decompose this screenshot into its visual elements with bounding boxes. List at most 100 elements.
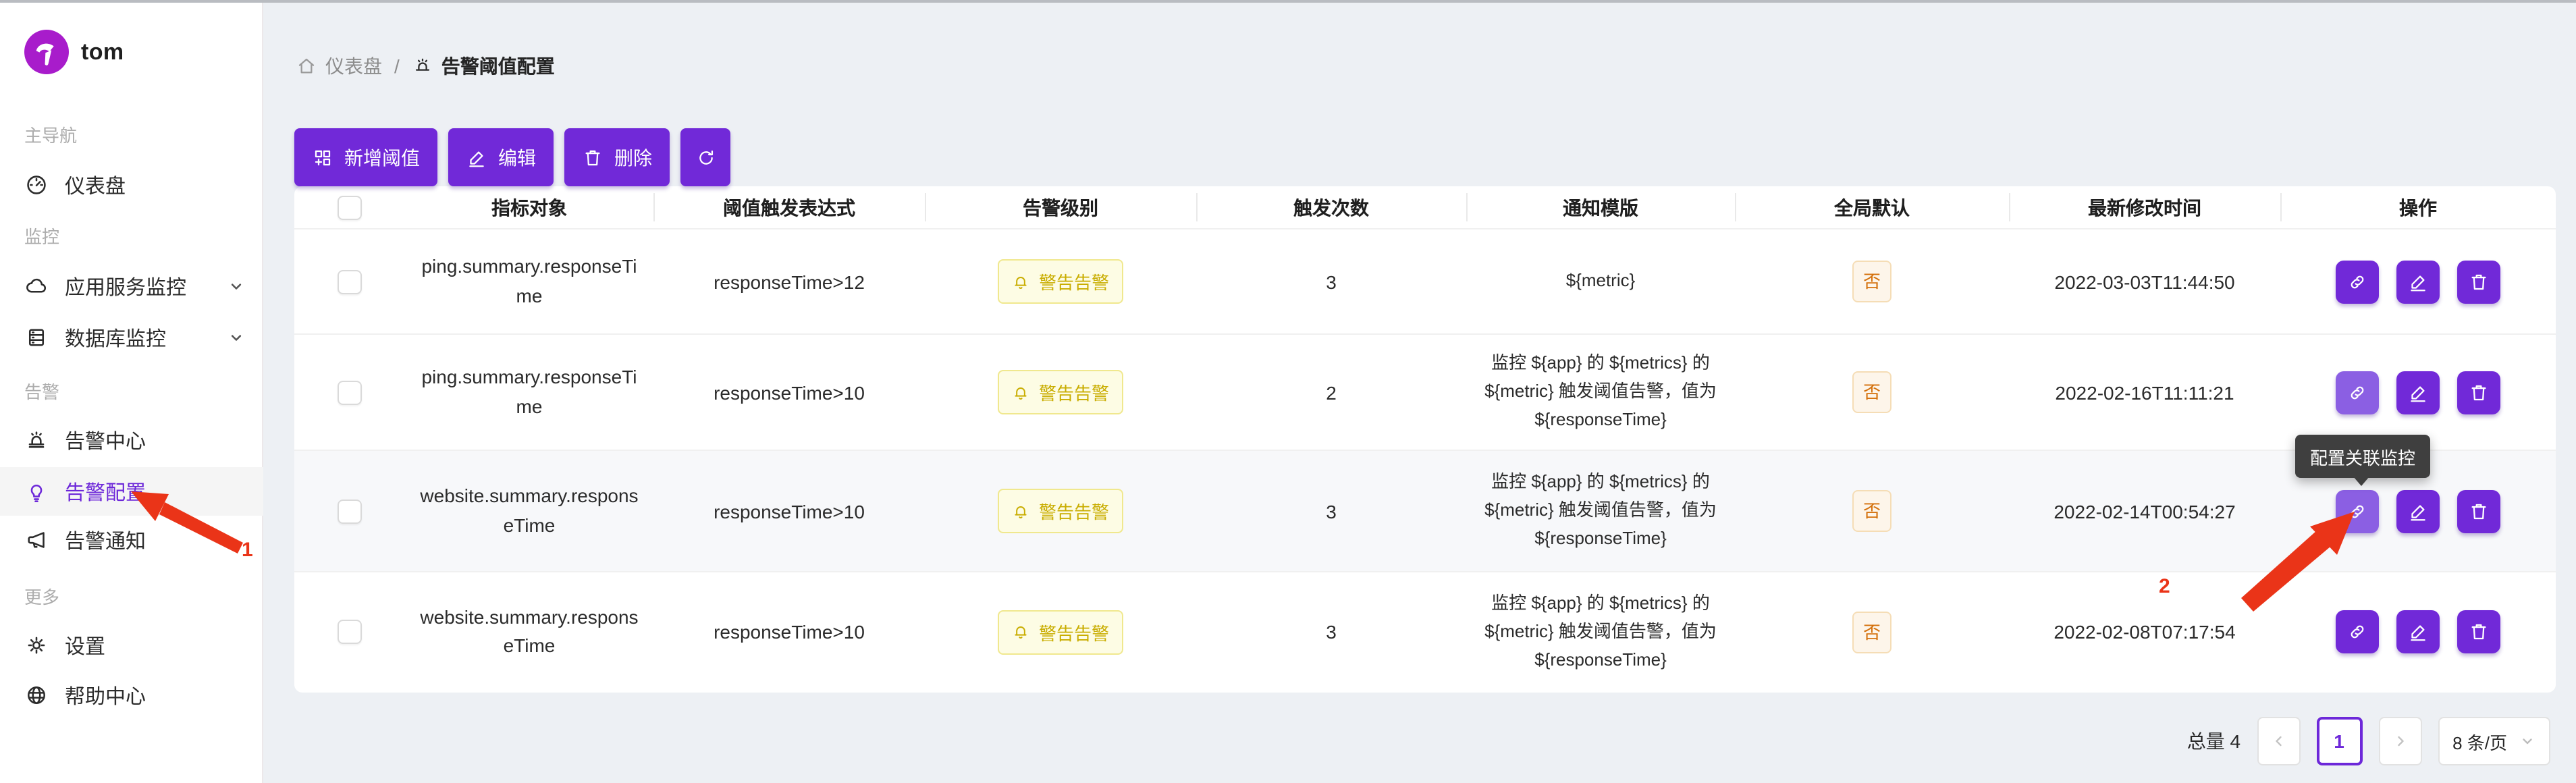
modified-time-cell: 2022-02-16T11:11:21	[2009, 334, 2280, 450]
edit-icon	[2407, 271, 2429, 292]
page-number-button[interactable]: 1	[2316, 717, 2362, 765]
expression-cell: responseTime>10	[653, 450, 925, 572]
edit-row-button[interactable]	[2396, 611, 2440, 654]
nav-section-main: 主导航	[24, 122, 77, 147]
template-cell: ${metric}	[1466, 229, 1735, 334]
sidebar-item-alert-center[interactable]: 告警中心	[0, 416, 263, 464]
breadcrumb-root[interactable]: 仪表盘	[296, 53, 382, 80]
page-size-select[interactable]: 8 条/页	[2438, 717, 2550, 765]
count-cell: 2	[1196, 334, 1466, 450]
sidebar-item-alert-notification[interactable]: 告警通知	[0, 516, 263, 564]
trash-icon	[582, 146, 603, 168]
edit-button[interactable]: 编辑	[448, 128, 554, 186]
tooltip-text: 配置关联监控	[2310, 443, 2415, 469]
level-cell: 警告告警	[925, 334, 1196, 450]
delete-button[interactable]: 删除	[564, 128, 670, 186]
edit-row-button[interactable]	[2396, 489, 2440, 533]
sidebar-item-help-center[interactable]: 帮助中心	[0, 671, 263, 720]
select-all-checkbox[interactable]	[338, 195, 362, 219]
next-page-button[interactable]	[2378, 717, 2421, 765]
sidebar-item-label: 仪表盘	[65, 171, 126, 199]
actions-cell	[2280, 334, 2556, 450]
delete-row-button[interactable]	[2457, 260, 2500, 303]
breadcrumb-current: 告警阈值配置	[412, 53, 555, 80]
table-row: ping.summary.responseTime responseTime>1…	[294, 334, 2556, 450]
level-badge-label: 警告告警	[1039, 269, 1109, 294]
toolbar: 新增阈值 编辑 删除	[294, 128, 730, 186]
nav-section-monitor: 监控	[24, 223, 59, 248]
breadcrumb-separator: /	[394, 55, 400, 77]
header-level: 告警级别	[925, 186, 1196, 229]
edit-icon	[466, 146, 487, 168]
level-cell: 警告告警	[925, 572, 1196, 692]
delete-row-button[interactable]	[2457, 489, 2500, 533]
trash-icon	[2468, 500, 2490, 522]
link-icon	[2346, 381, 2368, 403]
chevron-left-icon	[2270, 733, 2286, 749]
count-cell: 3	[1196, 229, 1466, 334]
add-threshold-button[interactable]: 新增阈值	[294, 128, 437, 186]
delete-row-button[interactable]	[2457, 611, 2500, 654]
add-threshold-label: 新增阈值	[344, 144, 420, 171]
table-row: website.summary.responseTime responseTim…	[294, 450, 2556, 572]
global-default-cell: 否	[1735, 450, 2009, 572]
edit-row-button[interactable]	[2396, 371, 2440, 414]
level-badge-label: 警告告警	[1039, 620, 1109, 645]
sidebar-item-app-service-monitor[interactable]: 应用服务监控	[0, 262, 263, 310]
level-badge: 警告告警	[998, 610, 1123, 655]
breadcrumb-root-label: 仪表盘	[325, 53, 382, 80]
sidebar-item-label: 告警配置	[65, 477, 146, 506]
actions-cell	[2280, 229, 2556, 334]
level-badge-label: 警告告警	[1039, 379, 1109, 405]
global-default-cell: 否	[1735, 229, 2009, 334]
row-checkbox[interactable]	[338, 499, 362, 523]
row-checkbox[interactable]	[338, 620, 362, 645]
table-row: ping.summary.responseTime responseTime>1…	[294, 229, 2556, 334]
annotation-step-2: 2	[2159, 575, 2170, 598]
header-metric: 指标对象	[405, 186, 653, 229]
link-monitor-button[interactable]	[2336, 371, 2379, 414]
sidebar-item-settings[interactable]: 设置	[0, 621, 263, 670]
globe-icon	[24, 683, 49, 707]
metric-cell: website.summary.responseTime	[405, 572, 653, 692]
global-default-badge: 否	[1852, 490, 1891, 532]
gear-icon	[24, 633, 49, 657]
trash-icon	[2468, 381, 2490, 403]
siren-icon	[24, 428, 49, 452]
sidebar-item-label: 告警通知	[65, 526, 146, 554]
cloud-icon	[24, 274, 49, 298]
breadcrumb-current-label: 告警阈值配置	[441, 53, 555, 80]
sidebar-item-label: 应用服务监控	[65, 272, 186, 300]
sidebar-item-database-monitor[interactable]: 数据库监控	[0, 313, 263, 362]
modified-time-cell: 2022-02-08T07:17:54	[2009, 572, 2280, 692]
level-badge: 警告告警	[998, 489, 1123, 533]
nav-section-more: 更多	[24, 583, 59, 609]
delete-row-button[interactable]	[2457, 371, 2500, 414]
level-badge: 警告告警	[998, 370, 1123, 414]
sidebar: tom 主导航 仪表盘 监控 应用服务监控 数据库监控 告警	[0, 0, 263, 783]
edit-icon	[2407, 622, 2429, 643]
edit-row-button[interactable]	[2396, 260, 2440, 303]
prev-page-button[interactable]	[2257, 717, 2300, 765]
sidebar-item-dashboard[interactable]: 仪表盘	[0, 161, 263, 209]
refresh-button[interactable]	[680, 128, 730, 186]
bell-icon	[1012, 272, 1031, 291]
delete-label: 删除	[614, 144, 652, 171]
link-monitor-button-hovered[interactable]	[2336, 489, 2379, 533]
row-checkbox[interactable]	[338, 380, 362, 404]
link-monitor-button[interactable]	[2336, 611, 2379, 654]
row-checkbox[interactable]	[338, 269, 362, 294]
sidebar-item-alert-config[interactable]: 告警配置	[0, 467, 263, 516]
app-logo: tom	[24, 30, 124, 74]
template-cell: 监控 ${app} 的 ${metrics} 的 ${metric} 触发阈值告…	[1466, 450, 1735, 572]
global-default-cell: 否	[1735, 572, 2009, 692]
threshold-table: 指标对象 阈值触发表达式 告警级别 触发次数 通知模版 全局默认 最新修改时间 …	[294, 186, 2556, 692]
level-cell: 警告告警	[925, 229, 1196, 334]
header-modified-time: 最新修改时间	[2009, 186, 2280, 229]
gauge-icon	[24, 173, 49, 197]
link-monitor-button[interactable]	[2336, 260, 2379, 303]
header-expression: 阈值触发表达式	[653, 186, 925, 229]
count-cell: 3	[1196, 572, 1466, 692]
table-header-row: 指标对象 阈值触发表达式 告警级别 触发次数 通知模版 全局默认 最新修改时间 …	[294, 186, 2556, 229]
sidebar-item-label: 设置	[65, 631, 105, 659]
